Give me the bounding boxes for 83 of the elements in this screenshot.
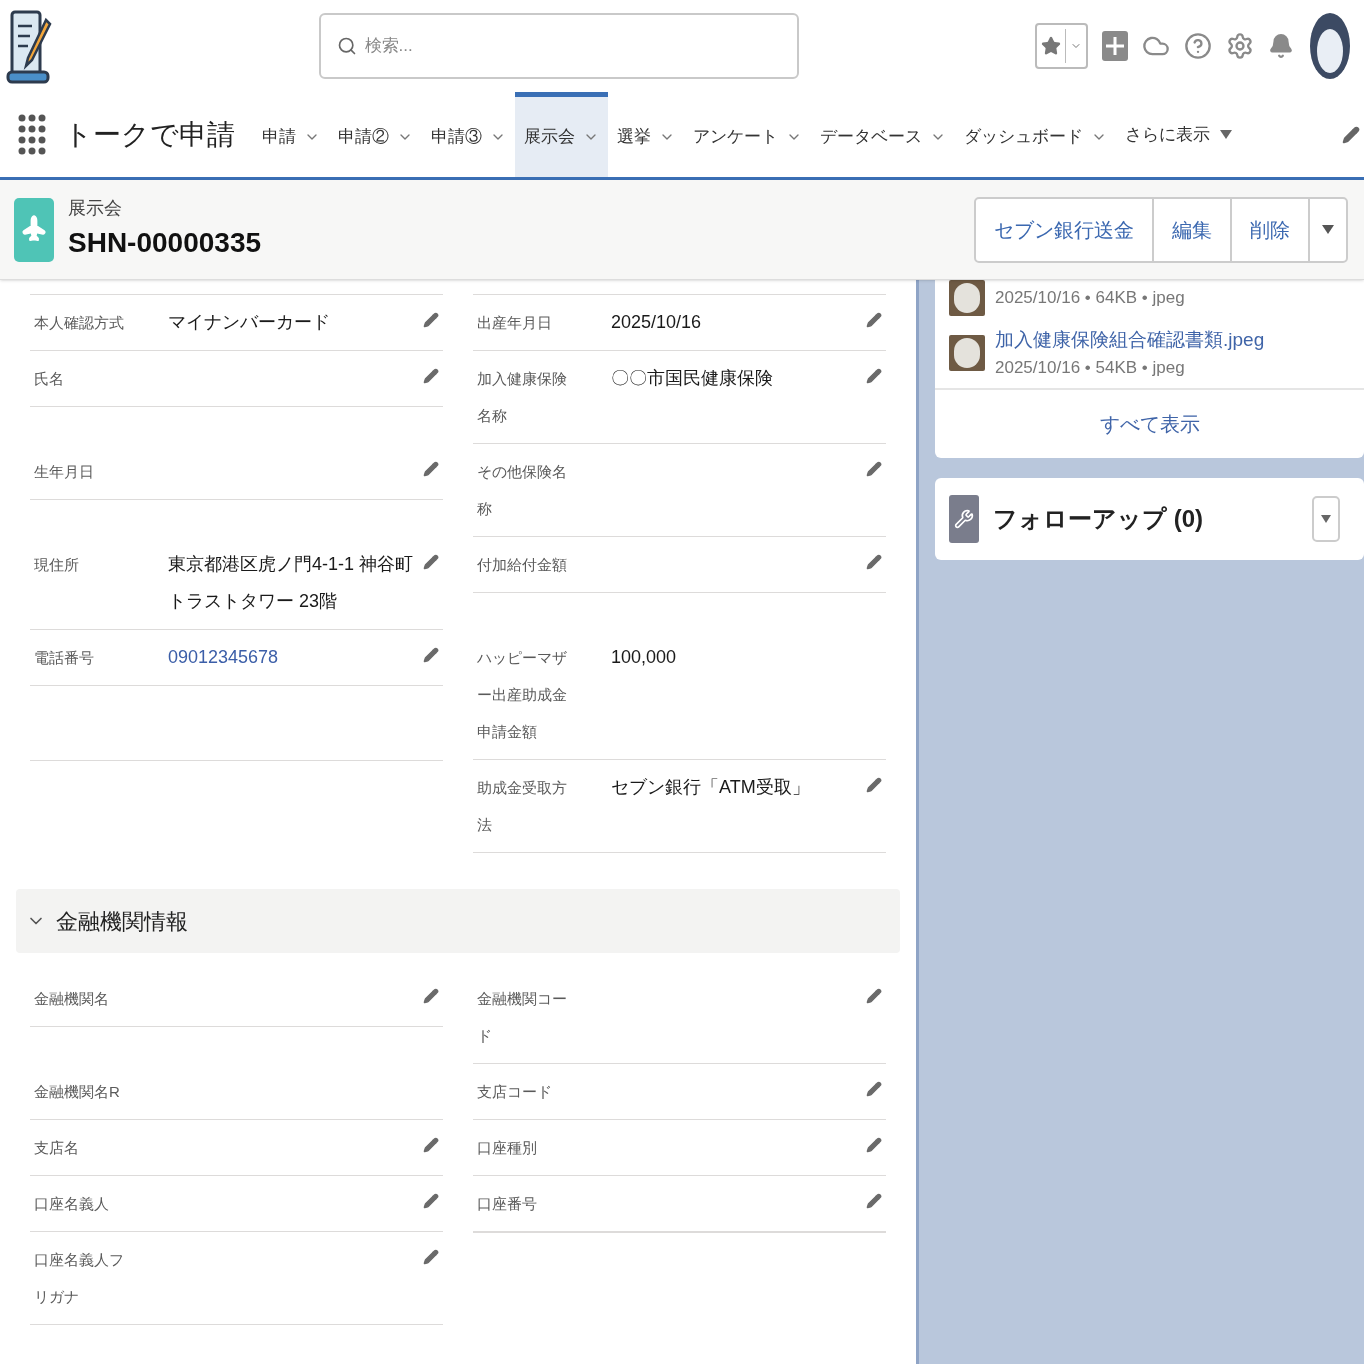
view-all-link[interactable]: すべて表示: [1099, 409, 1200, 439]
field-label: 金融機関名: [34, 989, 110, 1009]
search-icon: [336, 36, 357, 56]
field-label: 付加給付金額: [477, 555, 568, 575]
settings-icon[interactable]: [1226, 32, 1254, 60]
field-label: その他保険名称: [477, 462, 568, 519]
field-label: 加入健康保険名称: [477, 369, 568, 426]
followup-menu-button[interactable]: [1312, 496, 1340, 542]
field-label: 支店名: [34, 1138, 80, 1158]
nav-tab[interactable]: 申請③: [422, 92, 515, 177]
file-meta: 2025/10/16 • 54KB • jpeg: [995, 356, 1186, 379]
nav-tab[interactable]: アンケート: [684, 92, 811, 177]
edit-icon[interactable]: [866, 777, 882, 793]
edit-icon[interactable]: [423, 368, 439, 384]
edit-icon[interactable]: [866, 988, 882, 1004]
field-label: 生年月日: [34, 462, 95, 482]
nav-tab[interactable]: 展示会: [515, 92, 608, 177]
star-icon: [1041, 36, 1061, 56]
nav-tab[interactable]: ダッシュボード: [955, 92, 1116, 177]
field-label: 氏名: [34, 369, 65, 389]
field-label: 金融機関コード: [477, 989, 568, 1046]
wrench-glyph: [954, 509, 974, 529]
avatar-icon[interactable]: [1308, 11, 1352, 81]
edit-icon[interactable]: [423, 554, 439, 570]
file-link[interactable]: 加入健康保険組合確認書類.jpeg: [995, 326, 1265, 355]
file-meta: 2025/10/16 • 64KB • jpeg: [995, 287, 1185, 310]
file-thumbnail[interactable]: [949, 280, 985, 316]
nav-tab[interactable]: 申請②: [329, 92, 422, 177]
edit-icon[interactable]: [866, 1081, 882, 1097]
edit-icon[interactable]: [423, 647, 439, 663]
section-header[interactable]: 金融機関情報: [16, 889, 900, 953]
notifications-icon[interactable]: [1268, 33, 1294, 59]
field-value: 2025/10/16: [611, 311, 703, 334]
field-label: 口座名義人: [34, 1194, 110, 1214]
file-thumbnail[interactable]: [949, 335, 985, 371]
field-label: 口座種別: [477, 1138, 538, 1158]
edit-icon[interactable]: [423, 1137, 439, 1153]
followup-title: フォローアップ (0): [993, 504, 1203, 534]
field-label: 電話番号: [34, 648, 95, 668]
action-button[interactable]: 編集: [1154, 198, 1232, 261]
field-value: セブン銀行「ATM受取」: [611, 776, 811, 799]
field-label: 口座名義人フリガナ: [34, 1250, 125, 1307]
edit-icon[interactable]: [866, 1137, 882, 1153]
field-label: 支店コード: [477, 1082, 553, 1102]
nav-tab[interactable]: 選挙: [608, 92, 684, 177]
field-label: 現住所: [34, 555, 80, 575]
action-button[interactable]: 削除: [1232, 198, 1310, 261]
search-field[interactable]: 検索...: [318, 13, 799, 79]
section-title: 金融機関情報: [56, 907, 188, 936]
edit-icon[interactable]: [423, 312, 439, 328]
field-value: マイナンバーカード: [168, 311, 331, 334]
object-label: 展示会: [68, 197, 123, 220]
field-label: 口座番号: [477, 1194, 538, 1214]
edit-icon[interactable]: [866, 1193, 882, 1209]
edit-icon[interactable]: [866, 554, 882, 570]
field-label: 助成金受取方法: [477, 778, 568, 835]
edit-icon[interactable]: [866, 461, 882, 477]
field-label: 出産年月日: [477, 313, 553, 333]
field-value: 〇〇市国民健康保険: [611, 367, 774, 390]
field-label: 本人確認方式: [34, 313, 125, 333]
action-button[interactable]: セブン銀行送金: [976, 198, 1154, 261]
phone-link[interactable]: 09012345678: [168, 647, 279, 667]
app-name: トークで申請: [64, 117, 235, 152]
edit-icon[interactable]: [423, 461, 439, 477]
field-value: 100,000: [611, 646, 678, 669]
field-label: ハッピーマザー出産助成金申請金額: [477, 648, 568, 742]
edit-icon[interactable]: [423, 1249, 439, 1265]
edit-icon[interactable]: [423, 988, 439, 1004]
record-title: SHN-00000335: [68, 226, 262, 260]
help-icon[interactable]: [1184, 32, 1212, 60]
app-launcher-icon[interactable]: [18, 112, 46, 157]
plus-icon[interactable]: [1102, 29, 1128, 63]
edit-icon[interactable]: [866, 368, 882, 384]
nav-tab[interactable]: データベース: [811, 92, 955, 177]
field-value: 東京都港区虎ノ門4-1-1 神谷町トラストタワー 23階: [168, 553, 415, 613]
nav-tab[interactable]: 申請: [253, 92, 329, 177]
field-label: 金融機関名R: [34, 1082, 121, 1102]
edit-icon[interactable]: [866, 312, 882, 328]
favorites-button[interactable]: [1035, 23, 1088, 69]
search-input[interactable]: 検索...: [364, 33, 781, 59]
more-tab[interactable]: さらに表示: [1116, 121, 1241, 148]
edit-nav-icon[interactable]: [1342, 125, 1360, 144]
edit-icon[interactable]: [423, 1193, 439, 1209]
